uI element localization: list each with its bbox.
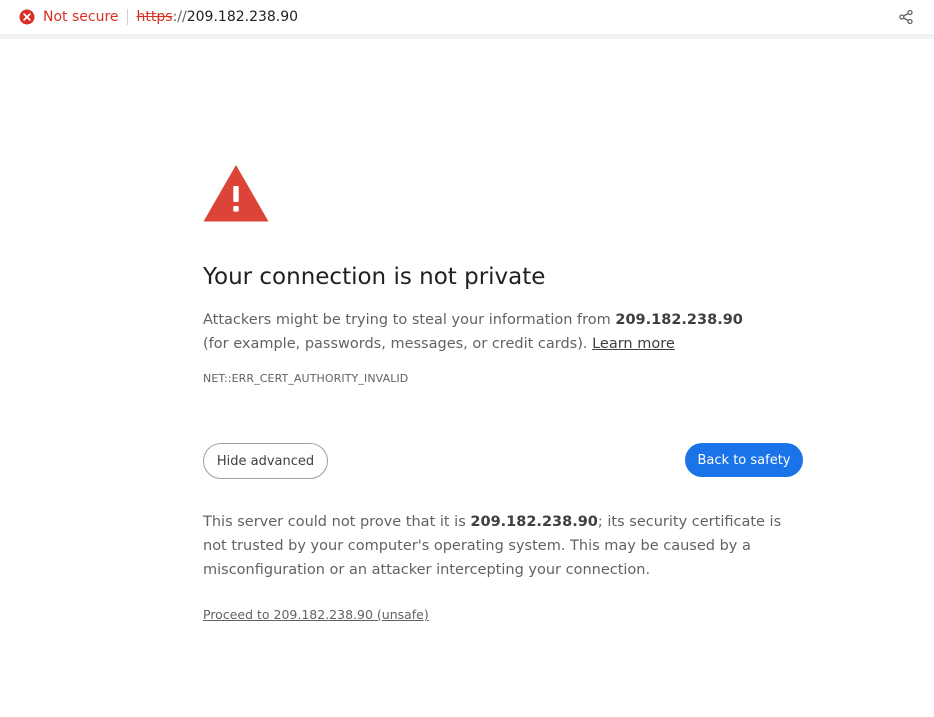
details-message: This server could not prove that it is 2… [203,510,783,582]
main-message: Attackers might be trying to steal your … [203,308,763,356]
omnibox-divider [126,9,128,25]
security-indicator[interactable]: Not secure [19,7,119,27]
back-to-safety-button[interactable]: Back to safety [685,443,803,477]
page-title: Your connection is not private [203,264,546,290]
address-bar[interactable]: Not secure https://209.182.238.90 [10,0,924,34]
main-message-host: 209.182.238.90 [615,312,743,328]
main-message-text: Attackers might be trying to steal your … [203,312,616,328]
details-text: This server could not prove that it is [203,514,471,530]
proceed-unsafe-link[interactable]: Proceed to 209.182.238.90 (unsafe) [203,607,429,622]
hide-advanced-button[interactable]: Hide advanced [203,443,328,479]
not-secure-label: Not secure [43,9,119,25]
toolbar-separator [0,34,934,39]
details-host: 209.182.238.90 [470,514,598,530]
url-scheme: https [136,9,173,25]
error-code: NET::ERR_CERT_AUTHORITY_INVALID [203,372,409,385]
main-message-text-2: (for example, passwords, messages, or cr… [203,336,593,352]
url-host: 209.182.238.90 [186,9,299,25]
url-field[interactable]: https://209.182.238.90 [137,9,299,25]
warning-triangle-icon [203,165,269,222]
learn-more-link[interactable]: Learn more [592,336,675,352]
error-circle-icon [19,9,35,25]
url-separator: :// [172,9,187,25]
share-icon[interactable] [898,9,914,25]
